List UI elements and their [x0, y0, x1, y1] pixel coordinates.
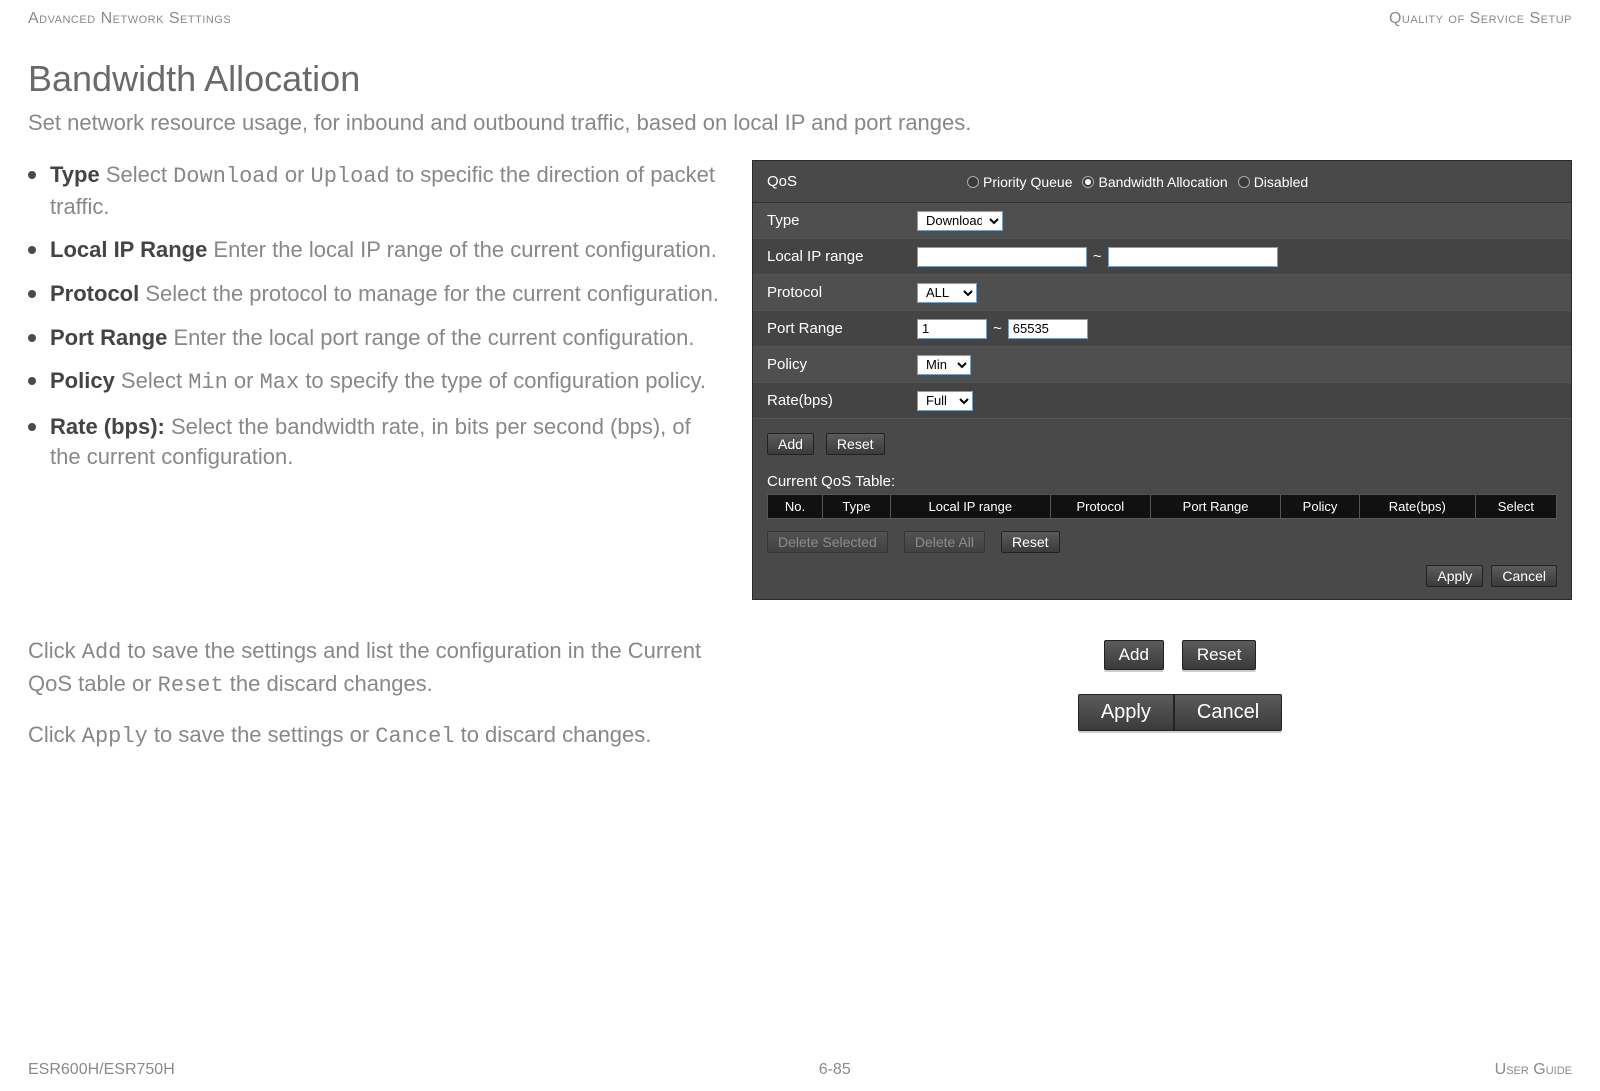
panel-add-button[interactable]: Add [767, 433, 814, 455]
qos-table: No. Type Local IP range Protocol Port Ra… [767, 494, 1557, 519]
protocol-field-label: Protocol [767, 284, 917, 301]
pr-post: Enter the local port range of the curren… [167, 325, 694, 350]
pol-pre: Select [115, 368, 188, 393]
bullet-portrange: Port Range Enter the local port range of… [50, 323, 724, 353]
radio-icon [967, 176, 979, 188]
apply-button[interactable]: Apply [1078, 694, 1174, 731]
pol-post: to specify the type of configuration pol… [299, 368, 706, 393]
radio-icon [1082, 176, 1094, 188]
pol-label: Policy [50, 368, 115, 393]
range-separator: ~ [1093, 248, 1102, 265]
bullet-policy: Policy Select Min or Max to specify the … [50, 366, 724, 398]
code-download: Download [173, 164, 279, 189]
th-type: Type [822, 495, 890, 519]
pol-mid: or [228, 368, 260, 393]
footer-left: ESR600H/ESR750H [28, 1061, 175, 1079]
p1a: Click [28, 638, 82, 663]
footer-center: 6-85 [819, 1061, 851, 1079]
p2b: to save the settings or [148, 722, 375, 747]
bullet-icon [28, 334, 36, 342]
page-title: Bandwidth Allocation [28, 58, 1572, 100]
range-separator: ~ [993, 320, 1002, 337]
th-no: No. [768, 495, 823, 519]
protocol-select[interactable]: ALL [917, 283, 977, 303]
th-rate: Rate(bps) [1359, 495, 1475, 519]
cancel-button[interactable]: Cancel [1174, 694, 1282, 731]
code-apply: Apply [82, 724, 148, 749]
bullet-protocol: Protocol Select the protocol to manage f… [50, 279, 724, 309]
bullet-icon [28, 377, 36, 385]
bullet-icon [28, 423, 36, 431]
code-add: Add [82, 640, 122, 665]
lir-post: Enter the local IP range of the current … [207, 237, 717, 262]
apply-cancel-buttons-image: Apply Cancel [1078, 694, 1282, 731]
bullet-localip: Local IP Range Enter the local IP range … [50, 235, 724, 265]
portrange-field-label: Port Range [767, 320, 917, 337]
qos-radio-priority[interactable]: Priority Queue [967, 174, 1072, 190]
p2c: to discard changes. [454, 722, 651, 747]
qos-table-title: Current QoS Table: [753, 469, 1571, 494]
localip-to-input[interactable] [1108, 247, 1278, 267]
rate-field-label: Rate(bps) [767, 392, 917, 409]
bullet-icon [28, 171, 36, 179]
code-upload: Upload [311, 164, 390, 189]
reset-button[interactable]: Reset [1182, 640, 1256, 670]
port-to-input[interactable] [1008, 319, 1088, 339]
radio-disabled-label: Disabled [1254, 174, 1308, 190]
footer-right: User Guide [1495, 1061, 1572, 1079]
type-field-label: Type [767, 212, 917, 229]
proto-post: Select the protocol to manage for the cu… [139, 281, 719, 306]
paragraph-add-reset: Click Add to save the settings and list … [28, 636, 728, 702]
qos-radio-bandwidth[interactable]: Bandwidth Allocation [1082, 174, 1227, 190]
p1c: the discard changes. [224, 671, 433, 696]
rate-select[interactable]: Full [917, 391, 973, 411]
th-protocol: Protocol [1050, 495, 1150, 519]
policy-field-label: Policy [767, 356, 917, 373]
panel-reset-button[interactable]: Reset [826, 433, 885, 455]
th-portrange: Port Range [1150, 495, 1280, 519]
panel-cancel-button[interactable]: Cancel [1491, 565, 1557, 587]
radio-bw-label: Bandwidth Allocation [1098, 174, 1227, 190]
section-intro: Set network resource usage, for inbound … [28, 110, 1572, 136]
panel-apply-button[interactable]: Apply [1426, 565, 1483, 587]
add-button[interactable]: Add [1104, 640, 1164, 670]
header-right: Quality of Service Setup [1389, 10, 1572, 28]
code-max: Max [260, 370, 300, 395]
th-policy: Policy [1281, 495, 1360, 519]
bullet-icon [28, 246, 36, 254]
code-min: Min [188, 370, 228, 395]
delete-selected-button[interactable]: Delete Selected [767, 531, 888, 553]
bullet-type: Type Select Download or Upload to specif… [50, 160, 724, 221]
proto-label: Protocol [50, 281, 139, 306]
bullet-icon [28, 290, 36, 298]
qos-label: QoS [767, 173, 907, 190]
localip-field-label: Local IP range [767, 248, 917, 265]
pr-label: Port Range [50, 325, 167, 350]
p2a: Click [28, 722, 82, 747]
radio-priority-label: Priority Queue [983, 174, 1072, 190]
type-mid: or [279, 162, 311, 187]
delete-all-button[interactable]: Delete All [904, 531, 985, 553]
add-reset-buttons-image: Add Reset [1104, 640, 1257, 670]
policy-select[interactable]: Min [917, 355, 971, 375]
th-select: Select [1475, 495, 1556, 519]
bullet-rate: Rate (bps): Select the bandwidth rate, i… [50, 412, 724, 471]
radio-icon [1238, 176, 1250, 188]
code-cancel: Cancel [375, 724, 454, 749]
panel-reset-table-button[interactable]: Reset [1001, 531, 1060, 553]
type-select[interactable]: Download [917, 211, 1003, 231]
qos-radio-disabled[interactable]: Disabled [1238, 174, 1308, 190]
th-localip: Local IP range [890, 495, 1050, 519]
code-reset: Reset [158, 673, 224, 698]
type-pre: Select [100, 162, 173, 187]
port-from-input[interactable] [917, 319, 987, 339]
localip-from-input[interactable] [917, 247, 1087, 267]
qos-config-panel: QoS Priority Queue Bandwidth Allocation … [752, 160, 1572, 600]
type-label: Type [50, 162, 100, 187]
rate-label: Rate (bps): [50, 414, 165, 439]
paragraph-apply-cancel: Click Apply to save the settings or Canc… [28, 720, 728, 753]
lir-label: Local IP Range [50, 237, 207, 262]
header-left: Advanced Network Settings [28, 10, 231, 28]
